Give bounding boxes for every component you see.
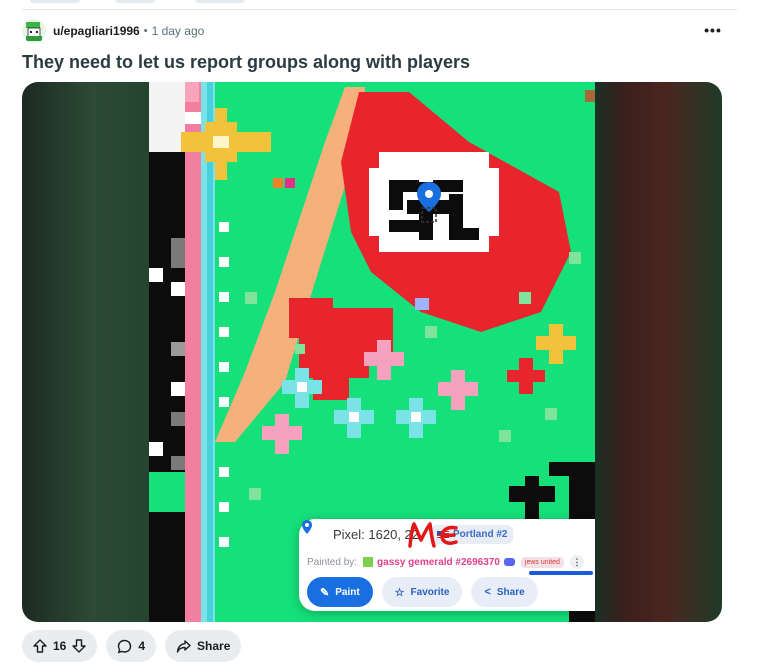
card-button-row: ✎ Paint ☆ Favorite < Share — [307, 577, 538, 607]
pencil-icon: ✎ — [320, 586, 330, 599]
vote-control: 16 — [22, 630, 98, 662]
vote-count: 16 — [53, 639, 67, 653]
post-author[interactable]: u/epagliari1996 — [53, 24, 140, 38]
feed-divider — [22, 9, 737, 10]
downvote-icon[interactable] — [72, 639, 87, 653]
post-image[interactable]: Pixel: 1620, 22 Portland #2 ✕ Painted by… — [22, 82, 722, 622]
star-icon: ☆ — [394, 586, 405, 599]
comment-count: 4 — [138, 639, 146, 653]
painter-name[interactable]: gassy gemerald #2696370 — [377, 557, 500, 568]
top-tab-stub — [115, 0, 155, 3]
share-arrow-icon — [176, 639, 191, 653]
alliance-more-icon[interactable]: ⋮ — [569, 555, 584, 569]
location-pin-icon — [302, 520, 312, 534]
more-options-icon[interactable]: ••• — [704, 22, 722, 38]
post-action-bar: 16 4 Share — [22, 630, 242, 662]
alliance-tag[interactable]: jews united — [520, 556, 564, 568]
share-icon: < — [484, 586, 491, 598]
post-title[interactable]: They need to let us report groups along … — [22, 52, 470, 73]
card-share-button[interactable]: < Share — [471, 577, 538, 607]
handwritten-me-annotation — [408, 522, 458, 548]
comment-icon — [118, 639, 132, 653]
top-tab-stub — [195, 0, 245, 3]
user-avatar[interactable] — [22, 19, 46, 43]
painted-by-label: Painted by: — [307, 556, 358, 568]
paint-button-label: Paint — [335, 586, 360, 598]
paint-button[interactable]: ✎ Paint — [307, 577, 373, 607]
meta-separator: • — [143, 25, 148, 37]
discord-icon — [503, 558, 515, 566]
upvote-icon[interactable] — [33, 639, 47, 653]
painted-by-row: Painted by: gassy gemerald #2696370 jews… — [307, 555, 584, 569]
share-label: Share — [197, 639, 231, 653]
handwritten-underline — [529, 571, 593, 575]
painter-avatar-icon — [363, 557, 374, 567]
pixel-canvas-screenshot: Pixel: 1620, 22 Portland #2 ✕ Painted by… — [149, 82, 595, 622]
top-tab-stub — [30, 0, 80, 3]
comments-button[interactable]: 4 — [106, 630, 157, 662]
card-share-label: Share — [496, 586, 525, 598]
favorite-button-label: Favorite — [410, 586, 450, 598]
post-header: u/epagliari1996 • 1 day ago — [22, 18, 722, 44]
post-timestamp: 1 day ago — [151, 24, 205, 38]
share-button[interactable]: Share — [165, 630, 242, 662]
favorite-button[interactable]: ☆ Favorite — [381, 577, 463, 607]
